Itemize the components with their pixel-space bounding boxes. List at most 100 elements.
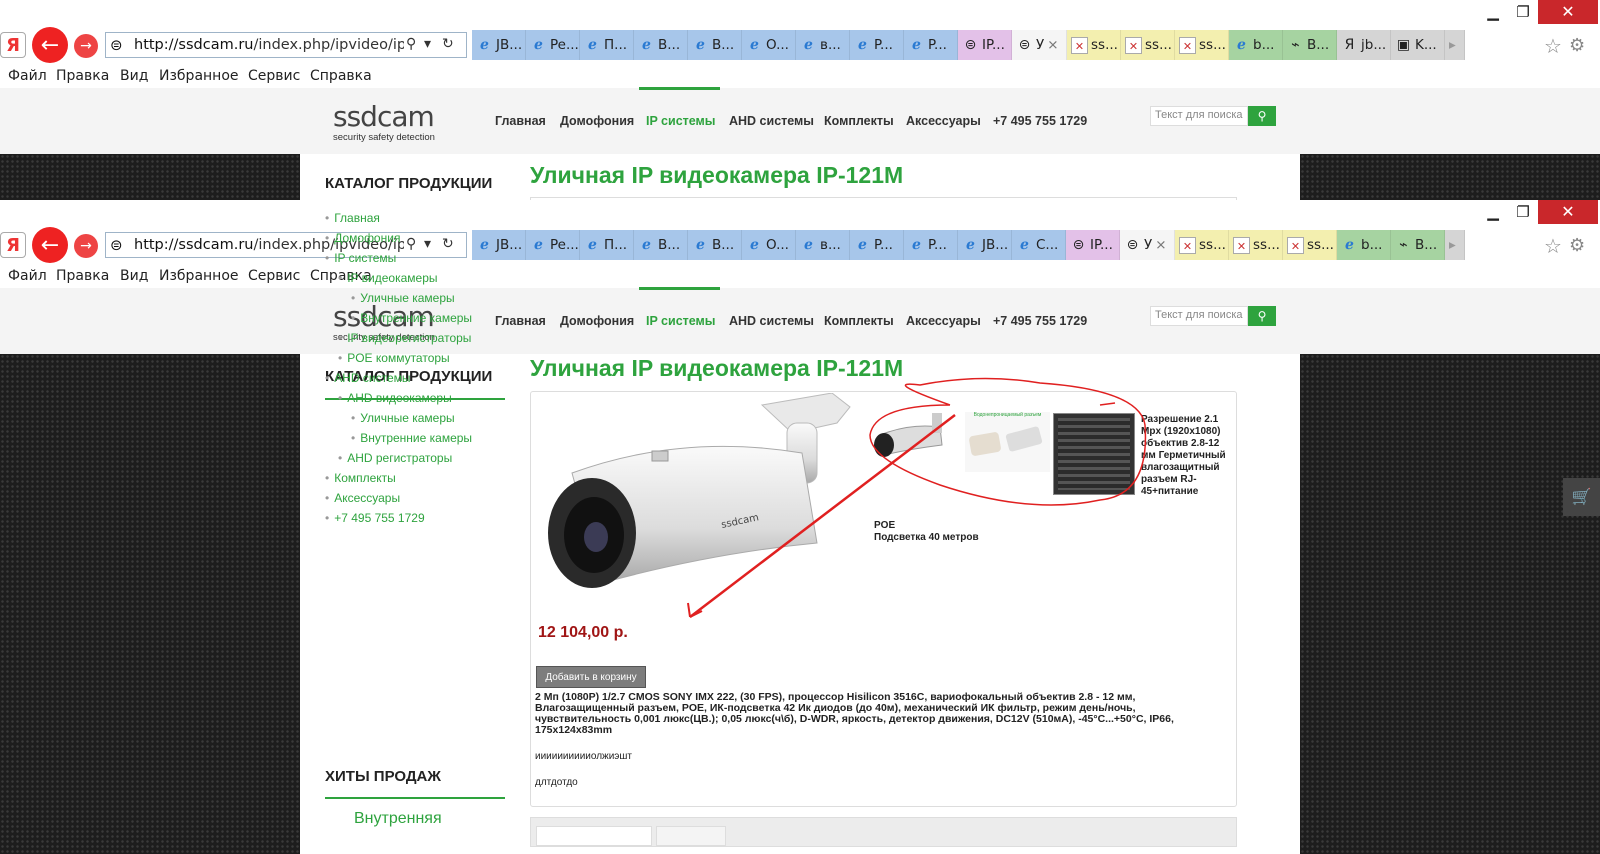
close-button[interactable]: ✕ <box>1538 200 1598 224</box>
nav-accessories[interactable]: Аксессуары <box>906 114 981 128</box>
tab-10[interactable]: ℯ C... <box>1012 230 1066 260</box>
forward-arrow-icon[interactable]: → <box>74 234 98 258</box>
gear-icon[interactable]: ⚙ <box>1569 235 1585 256</box>
tab-3[interactable]: ℯ B... <box>634 230 688 260</box>
address-bar[interactable]: ⊜ http://ssdcam.ru/index.php/ipvideo/ipc… <box>105 32 467 58</box>
search-icon[interactable]: ⚲ <box>406 36 416 52</box>
nav-accessories[interactable]: Аксессуары <box>906 314 981 328</box>
close-tab-icon[interactable]: × <box>1047 37 1058 53</box>
yandex-icon[interactable]: Я <box>0 32 26 58</box>
add-to-cart-button[interactable]: Добавить в корзину <box>536 666 646 688</box>
menu-view[interactable]: Вид <box>120 268 148 284</box>
catalog-item[interactable]: • +7 495 755 1729 <box>325 508 425 528</box>
hit-item-title[interactable]: Внутренняя <box>354 810 442 828</box>
catalog-item[interactable]: • Внутренние камеры <box>351 308 472 328</box>
tab-4[interactable]: ℯ B... <box>688 30 742 60</box>
tab-16[interactable]: Яjb... <box>1337 30 1391 60</box>
tab-1[interactable]: ℯ Pe... <box>526 30 580 60</box>
menu-service[interactable]: Сервис <box>248 268 300 284</box>
nav-kits[interactable]: Комплекты <box>824 114 894 128</box>
nav-ip-systems[interactable]: IP системы <box>646 114 715 128</box>
maximize-button[interactable]: ❐ <box>1508 200 1538 224</box>
tab-0[interactable]: ℯ JB... <box>472 230 526 260</box>
tab-7[interactable]: ℯ P... <box>850 230 904 260</box>
menu-help[interactable]: Справка <box>310 68 372 84</box>
site-logo[interactable]: ssdcam security safety detection <box>333 103 453 144</box>
nav-phone[interactable]: +7 495 755 1729 <box>993 114 1087 128</box>
search-button[interactable]: ⚲ <box>1248 306 1276 326</box>
tab-4[interactable]: ℯ B... <box>688 230 742 260</box>
tab-1[interactable]: ℯ Pe... <box>526 230 580 260</box>
nav-home[interactable]: Главная <box>495 314 546 328</box>
menu-file[interactable]: Файл <box>8 68 47 84</box>
catalog-item[interactable]: • IP видеокамеры <box>338 268 438 288</box>
dropdown-icon[interactable]: ▾ <box>424 36 431 52</box>
star-icon[interactable]: ☆ <box>1544 234 1562 258</box>
back-arrow-icon[interactable]: ← <box>32 227 68 263</box>
nav-intercom[interactable]: Домофония <box>560 314 634 328</box>
menu-edit[interactable]: Правка <box>56 68 109 84</box>
forward-arrow-icon[interactable]: → <box>74 34 98 58</box>
tab-7[interactable]: ℯ P... <box>850 30 904 60</box>
catalog-item[interactable]: • AHD регистраторы <box>338 448 452 468</box>
tab-2[interactable]: ℯ П... <box>580 30 634 60</box>
url-text[interactable]: http://ssdcam.ru/index.php/ipvideo/ipca <box>134 37 404 53</box>
catalog-item[interactable]: • POE коммутаторы <box>338 348 450 368</box>
tab-12[interactable]: ✕ ss... <box>1121 30 1175 60</box>
cart-icon[interactable]: 🛒 <box>1563 478 1600 516</box>
tab-6[interactable]: ℯ в... <box>796 230 850 260</box>
menu-service[interactable]: Сервис <box>248 68 300 84</box>
search-input[interactable]: Текст для поиска <box>1150 306 1248 326</box>
nav-phone[interactable]: +7 495 755 1729 <box>993 314 1087 328</box>
close-tab-icon[interactable]: × <box>1155 237 1166 253</box>
tab-17[interactable]: ⌁ B... <box>1391 230 1445 260</box>
catalog-item[interactable]: • Внутренние камеры <box>351 428 472 448</box>
tab-15[interactable]: ⌁ B... <box>1283 30 1337 60</box>
tab-10[interactable]: ⊜ У × <box>1012 30 1067 60</box>
tab-11[interactable]: ⊜ IP... <box>1066 230 1120 260</box>
close-button[interactable]: ✕ <box>1538 0 1598 24</box>
tab-13[interactable]: ✕ ss... <box>1175 30 1229 60</box>
search-input[interactable]: Текст для поиска <box>1150 106 1248 126</box>
address-bar[interactable]: ⊜ http://ssdcam.ru/index.php/ipvideo/ipc… <box>105 232 467 258</box>
product-tab-1[interactable] <box>536 826 652 846</box>
tab-15[interactable]: ✕ ss... <box>1283 230 1337 260</box>
menu-edit[interactable]: Правка <box>56 268 109 284</box>
catalog-item[interactable]: • IP системы <box>325 248 396 268</box>
menu-favorites[interactable]: Избранное <box>159 268 239 284</box>
tab-8[interactable]: ℯ P... <box>904 230 958 260</box>
catalog-item[interactable]: • AHD системы <box>325 368 411 388</box>
catalog-item[interactable]: • Главная <box>325 208 380 228</box>
back-arrow-icon[interactable]: ← <box>32 27 68 63</box>
tab-0[interactable]: ℯ JB... <box>472 30 526 60</box>
tab-8[interactable]: ℯ P... <box>904 30 958 60</box>
tab-5[interactable]: ℯ O... <box>742 230 796 260</box>
tab-16[interactable]: ℯ b... <box>1337 230 1391 260</box>
menu-view[interactable]: Вид <box>120 68 148 84</box>
refresh-icon[interactable]: ↻ <box>442 236 454 252</box>
minimize-button[interactable]: ▁ <box>1478 0 1508 24</box>
product-tab-2[interactable] <box>656 826 726 846</box>
menu-favorites[interactable]: Избранное <box>159 68 239 84</box>
catalog-item[interactable]: • Аксессуары <box>325 488 400 508</box>
tab-17[interactable]: ▣ K... <box>1391 30 1445 60</box>
maximize-button[interactable]: ❐ <box>1508 0 1538 24</box>
catalog-item[interactable]: • AHD видеокамеры <box>338 388 452 408</box>
tab-6[interactable]: ℯ в... <box>796 30 850 60</box>
tab-3[interactable]: ℯ B... <box>634 30 688 60</box>
nav-home[interactable]: Главная <box>495 114 546 128</box>
tab-scroll-arrow[interactable]: ▸ <box>1445 30 1465 60</box>
tab-12[interactable]: ⊜ У × <box>1120 230 1175 260</box>
nav-kits[interactable]: Комплекты <box>824 314 894 328</box>
catalog-item[interactable]: • Уличные камеры <box>351 288 455 308</box>
nav-ip-systems[interactable]: IP системы <box>646 314 715 328</box>
catalog-item[interactable]: • Комплекты <box>325 468 396 488</box>
nav-ahd-systems[interactable]: AHD системы <box>729 114 814 128</box>
refresh-icon[interactable]: ↻ <box>442 36 454 52</box>
search-icon[interactable]: ⚲ <box>406 236 416 252</box>
tab-13[interactable]: ✕ ss... <box>1175 230 1229 260</box>
star-icon[interactable]: ☆ <box>1544 34 1562 58</box>
tab-14[interactable]: ✕ ss... <box>1229 230 1283 260</box>
nav-intercom[interactable]: Домофония <box>560 114 634 128</box>
tab-9[interactable]: ⊜ IP... <box>958 30 1012 60</box>
